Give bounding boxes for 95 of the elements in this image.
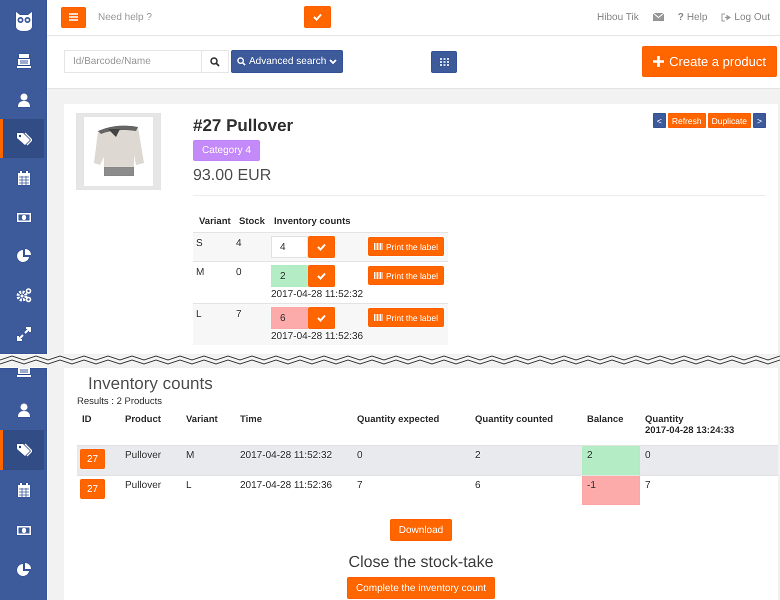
calendar-icon bbox=[16, 482, 32, 498]
product-title: #27 Pullover bbox=[193, 116, 294, 136]
menu-icon bbox=[69, 13, 78, 22]
column-header: Variant bbox=[185, 414, 219, 427]
action-button[interactable]: Refresh bbox=[668, 113, 706, 128]
user-name[interactable]: Hibou Tik bbox=[597, 12, 639, 23]
section-title: Close the stock-take bbox=[348, 554, 494, 572]
tags-icon bbox=[16, 130, 32, 147]
table-cell-text: 7 bbox=[644, 479, 652, 493]
table-cell-text: 4 bbox=[235, 237, 243, 251]
action-button[interactable]: Duplicate bbox=[708, 113, 752, 128]
barcode-icon bbox=[374, 243, 383, 250]
table-cell-text: 0 bbox=[235, 266, 243, 280]
table-cell-text: 7 bbox=[235, 308, 243, 322]
search-button[interactable] bbox=[202, 50, 229, 74]
column-header: Quantity 2017-04-28 13:24:33 bbox=[644, 414, 736, 438]
advanced-search-button[interactable]: Advanced search bbox=[231, 50, 344, 74]
sidebar-item[interactable] bbox=[0, 430, 44, 470]
barcode-icon bbox=[374, 314, 383, 321]
column-header: ID bbox=[81, 414, 92, 427]
balance-cell: -1 bbox=[582, 476, 640, 505]
column-header: Variant bbox=[198, 215, 232, 229]
print-label-button[interactable]: Print the label bbox=[368, 237, 444, 256]
chevron-down-icon bbox=[329, 58, 338, 65]
download-button[interactable]: Download bbox=[390, 519, 452, 541]
count-field[interactable]: 6 bbox=[271, 307, 308, 329]
menu-button[interactable] bbox=[61, 6, 86, 28]
nav-arrow-button[interactable]: < bbox=[652, 113, 666, 128]
table-cell-text: M bbox=[185, 449, 196, 463]
table-cell-text: 7 bbox=[356, 479, 364, 493]
count-field[interactable]: 4 bbox=[271, 236, 308, 258]
complete-count-button[interactable]: Complete the inventory count bbox=[346, 577, 496, 599]
table-cell-text: 2 bbox=[474, 449, 482, 463]
table-cell-text: 6 bbox=[474, 479, 482, 493]
confirm-button[interactable] bbox=[304, 6, 331, 28]
check-icon bbox=[317, 243, 326, 251]
table-cell-text: 0 bbox=[644, 449, 652, 463]
user-icon bbox=[16, 92, 32, 108]
product-price: 93.00 EUR bbox=[193, 167, 766, 196]
count-timestamp: 2017-04-28 11:52:36 bbox=[271, 331, 364, 342]
search-field[interactable]: Id/Barcode/Name bbox=[64, 50, 202, 74]
id-button[interactable]: 27 bbox=[80, 479, 106, 499]
logout-icon bbox=[721, 12, 732, 22]
table-cell-text: M bbox=[195, 266, 206, 280]
table-cell-text: Pullover bbox=[124, 479, 162, 493]
column-header: Quantity expected bbox=[356, 414, 440, 427]
confirm-button[interactable] bbox=[308, 236, 335, 258]
help-link[interactable]: ? Help bbox=[678, 12, 708, 23]
confirm-button[interactable] bbox=[308, 307, 335, 329]
column-header: Balance bbox=[586, 414, 624, 427]
nav-arrow-button[interactable]: > bbox=[753, 113, 766, 128]
create-product-button[interactable]: Create a product bbox=[642, 46, 777, 78]
section-title: Inventory counts bbox=[88, 374, 214, 394]
grid-icon bbox=[440, 58, 449, 66]
user-icon bbox=[16, 402, 32, 418]
search-icon bbox=[210, 56, 220, 67]
column-header: Time bbox=[239, 414, 264, 427]
table-cell-text: 2017-04-28 11:52:32 bbox=[239, 449, 334, 463]
table-cell-text: 2017-04-28 11:52:36 bbox=[239, 479, 334, 493]
pie-chart-icon bbox=[16, 248, 32, 264]
print-label-button[interactable]: Print the label bbox=[368, 308, 444, 327]
confirm-button[interactable] bbox=[308, 265, 335, 287]
mail-icon[interactable] bbox=[652, 13, 664, 22]
pie-chart-icon bbox=[16, 562, 32, 578]
table-cell-text: L bbox=[195, 308, 203, 322]
results-count: Results : 2 Products bbox=[77, 396, 164, 407]
count-field[interactable]: 2 bbox=[271, 265, 308, 287]
expand-icon bbox=[16, 326, 32, 342]
calendar-icon bbox=[16, 170, 32, 186]
search-icon bbox=[237, 57, 246, 66]
plus-icon bbox=[653, 56, 664, 68]
sidebar-item[interactable] bbox=[0, 119, 44, 158]
count-timestamp: 2017-04-28 11:52:32 bbox=[271, 289, 364, 300]
table-cell-text: L bbox=[185, 479, 193, 493]
tags-icon bbox=[16, 442, 32, 458]
logout-link[interactable]: Log Out bbox=[721, 12, 770, 23]
print-label-button[interactable]: Print the label bbox=[368, 266, 444, 285]
cash-register-icon bbox=[16, 52, 32, 69]
column-header: Stock bbox=[238, 215, 266, 229]
gears-icon bbox=[16, 287, 32, 304]
check-icon bbox=[317, 272, 326, 280]
column-header: Product bbox=[124, 414, 162, 427]
check-icon bbox=[317, 314, 326, 322]
grid-view-button[interactable] bbox=[431, 50, 458, 73]
column-header: Inventory counts bbox=[273, 215, 352, 229]
id-button[interactable]: 27 bbox=[80, 449, 106, 469]
table-cell-text: S bbox=[195, 237, 204, 251]
column-header: Quantity counted bbox=[474, 414, 554, 427]
balance-cell: 2 bbox=[582, 446, 640, 475]
table-cell-text: Pullover bbox=[124, 449, 162, 463]
help-field[interactable]: Need help ? bbox=[96, 10, 290, 24]
barcode-icon bbox=[374, 272, 383, 279]
check-icon bbox=[313, 13, 322, 22]
table-cell-text: 0 bbox=[356, 449, 364, 463]
category-badge: Category 4 bbox=[193, 140, 260, 161]
